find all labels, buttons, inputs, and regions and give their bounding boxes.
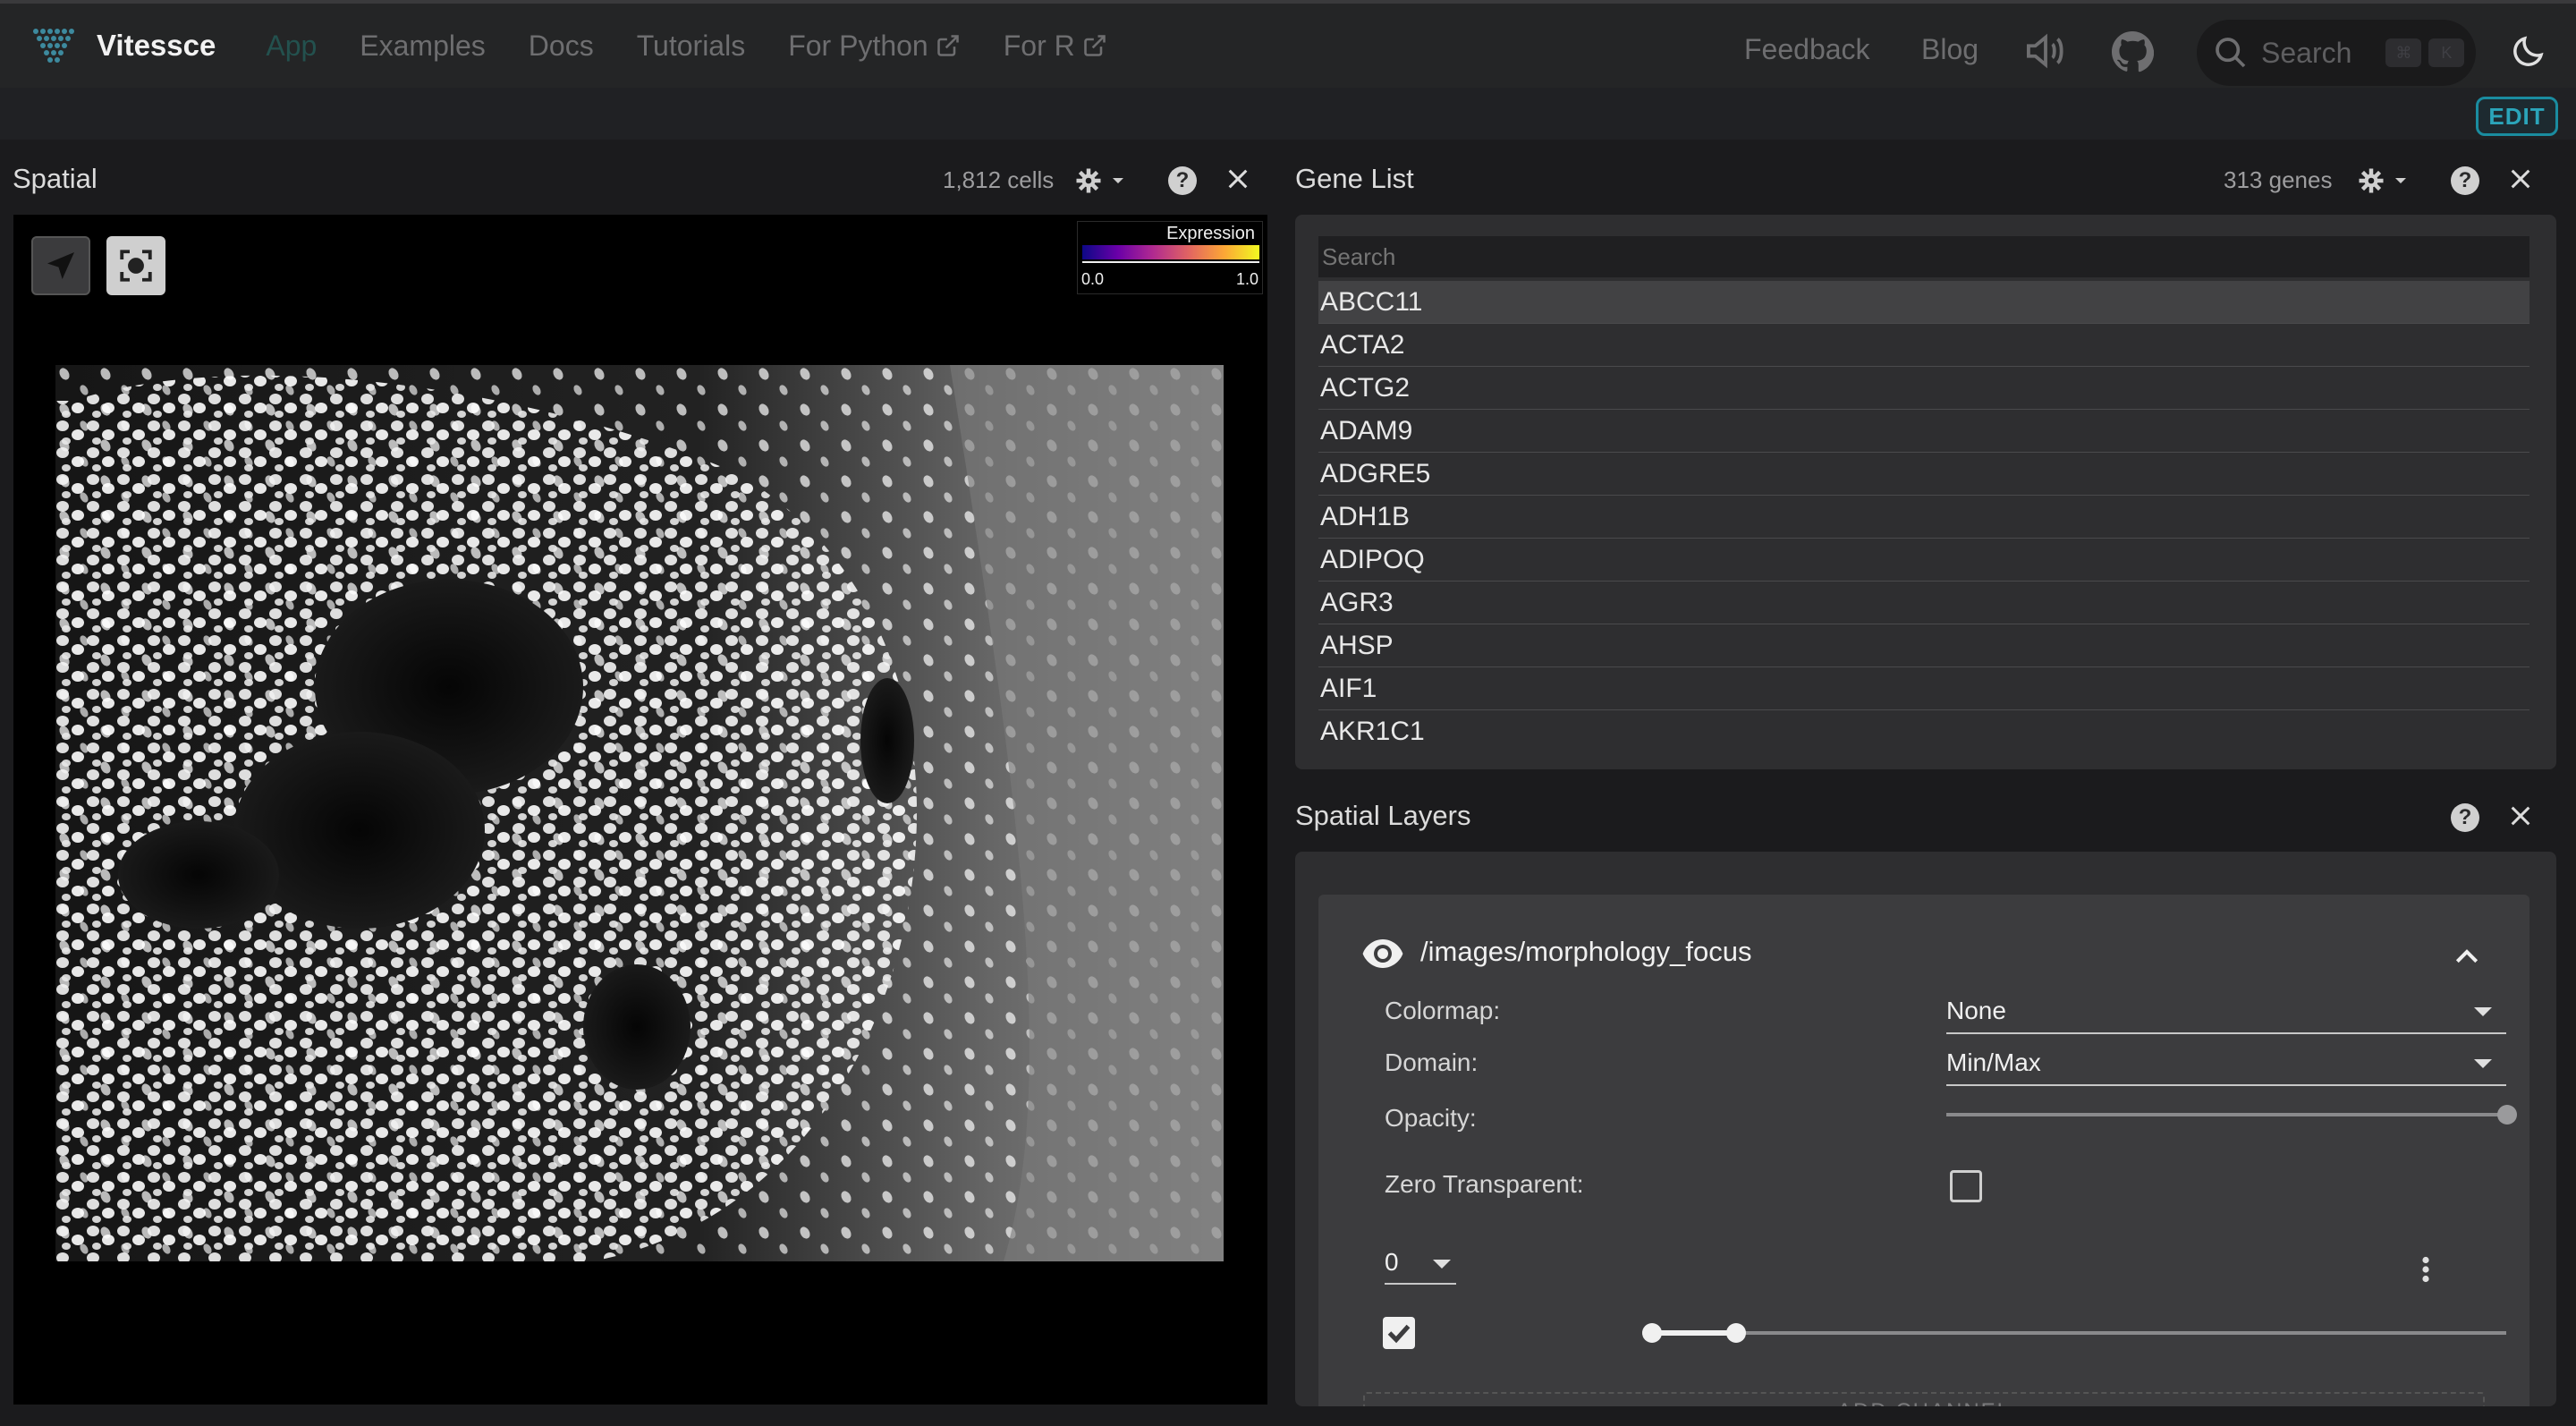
gene-row[interactable]: ACTG2 bbox=[1318, 367, 2529, 410]
gene-list-panel: ABCC11 ACTA2 ACTG2 ADAM9 ADGRE5 ADH1B AD… bbox=[1295, 215, 2556, 769]
layers-close-icon[interactable] bbox=[2508, 803, 2533, 828]
gene-count: 313 genes bbox=[2224, 166, 2333, 193]
colormap-select[interactable]: None bbox=[1946, 989, 2506, 1034]
chevron-down-icon bbox=[1433, 1260, 1451, 1269]
nav-links: App Examples Docs Tutorials For Python F… bbox=[266, 30, 1149, 63]
kbd-cmd: ⌘ bbox=[2385, 38, 2422, 67]
colormap-label: Colormap: bbox=[1385, 997, 1501, 1024]
opacity-slider-track[interactable] bbox=[1946, 1113, 2506, 1116]
gene-row[interactable]: AGR3 bbox=[1318, 581, 2529, 624]
spatial-title: Spatial bbox=[13, 163, 97, 194]
opacity-slider-thumb[interactable] bbox=[2497, 1105, 2517, 1125]
spatial-settings-gear-icon[interactable] bbox=[1075, 166, 1129, 195]
gene-row[interactable]: ADH1B bbox=[1318, 496, 2529, 539]
nav-link-for-r-label: For R bbox=[1003, 29, 1075, 62]
volume-icon[interactable] bbox=[2025, 32, 2066, 70]
nav-link-blog[interactable]: Blog bbox=[1921, 33, 1979, 66]
legend-colorbar bbox=[1082, 245, 1259, 259]
gene-row[interactable]: ADAM9 bbox=[1318, 410, 2529, 453]
dark-mode-icon[interactable] bbox=[2510, 32, 2547, 70]
nav-link-feedback[interactable]: Feedback bbox=[1744, 33, 1870, 66]
layer-card: /images/morphology_focus Colormap: None … bbox=[1318, 895, 2529, 1406]
channel-range-max-thumb[interactable] bbox=[1726, 1323, 1746, 1343]
spatial-help-icon[interactable]: ? bbox=[1168, 166, 1197, 195]
chevron-down-icon bbox=[2474, 1059, 2492, 1068]
colormap-value: None bbox=[1946, 997, 2006, 1024]
layer-name: /images/morphology_focus bbox=[1420, 936, 1752, 967]
external-link-icon bbox=[1083, 35, 1106, 56]
nav-link-for-r[interactable]: For R bbox=[1004, 30, 1107, 63]
domain-value: Min/Max bbox=[1946, 1048, 2041, 1076]
nav-link-app[interactable]: App bbox=[266, 30, 317, 63]
gene-list-title: Gene List bbox=[1295, 163, 1414, 194]
legend-max: 1.0 bbox=[1235, 270, 1258, 288]
gene-row[interactable]: AIF1 bbox=[1318, 667, 2529, 710]
nav-link-for-python-label: For Python bbox=[788, 29, 928, 62]
chevron-down-icon bbox=[2474, 1007, 2492, 1016]
add-channel-button[interactable]: ADD CHANNEL bbox=[1363, 1392, 2485, 1406]
gene-row[interactable]: ABCC11 bbox=[1318, 281, 2529, 324]
brand[interactable]: Vitessce bbox=[30, 24, 216, 67]
nav-link-examples[interactable]: Examples bbox=[360, 30, 486, 63]
external-link-icon bbox=[936, 35, 959, 56]
search-icon bbox=[2216, 38, 2246, 68]
spatial-cell-count: 1,812 cells bbox=[943, 166, 1055, 193]
expression-legend: Expression 0.0 1.0 bbox=[1077, 221, 1263, 294]
gene-list-settings-gear-icon[interactable] bbox=[2358, 166, 2411, 195]
channel-range-min-thumb[interactable] bbox=[1642, 1323, 1662, 1343]
domain-label: Domain: bbox=[1385, 1048, 1479, 1076]
recenter-tool-button[interactable] bbox=[106, 236, 165, 295]
focus-frame-icon bbox=[120, 250, 152, 282]
gene-search-input[interactable] bbox=[1318, 236, 2529, 277]
edit-button[interactable]: EDIT bbox=[2476, 97, 2558, 136]
more-vertical-icon[interactable] bbox=[2420, 1256, 2431, 1283]
channel-select[interactable]: 0 bbox=[1385, 1240, 1456, 1285]
toolbar: EDIT bbox=[0, 88, 2576, 140]
domain-select[interactable]: Min/Max bbox=[1946, 1041, 2506, 1086]
gene-row[interactable]: ADGRE5 bbox=[1318, 453, 2529, 496]
gene-list-help-icon[interactable]: ? bbox=[2451, 166, 2479, 195]
gene-row[interactable]: AHSP bbox=[1318, 624, 2529, 667]
channel-visible-checkbox[interactable] bbox=[1383, 1317, 1415, 1349]
tissue-image bbox=[55, 365, 1224, 1261]
gene-row[interactable]: AKR1C1 bbox=[1318, 710, 2529, 753]
layers-help-icon[interactable]: ? bbox=[2451, 803, 2479, 832]
brand-name: Vitessce bbox=[97, 29, 216, 62]
gene-row[interactable]: ADIPOQ bbox=[1318, 539, 2529, 581]
spatial-layers-panel: /images/morphology_focus Colormap: None … bbox=[1295, 852, 2556, 1406]
spatial-layers-title: Spatial Layers bbox=[1295, 800, 1471, 831]
checkmark-icon bbox=[1387, 1324, 1411, 1344]
legend-axis bbox=[1082, 261, 1259, 263]
channel-range-fill bbox=[1651, 1330, 1735, 1336]
channel-range-track[interactable] bbox=[1642, 1331, 2506, 1335]
vitessce-logo-icon bbox=[33, 29, 74, 63]
spatial-close-icon[interactable] bbox=[1225, 166, 1250, 191]
eye-icon[interactable] bbox=[1361, 936, 1404, 972]
nav-link-docs[interactable]: Docs bbox=[529, 30, 594, 63]
kbd-k: K bbox=[2428, 38, 2465, 67]
zero-transparent-checkbox[interactable] bbox=[1950, 1170, 1982, 1202]
channel-select-value: 0 bbox=[1385, 1248, 1399, 1276]
nav-link-tutorials[interactable]: Tutorials bbox=[637, 30, 746, 63]
gene-row[interactable]: ACTA2 bbox=[1318, 324, 2529, 367]
top-navbar: Vitessce App Examples Docs Tutorials For… bbox=[0, 0, 2576, 88]
pan-tool-button[interactable] bbox=[31, 236, 90, 295]
legend-title: Expression bbox=[1166, 224, 1255, 243]
navigation-arrow-icon bbox=[47, 252, 74, 279]
gene-list-close-icon[interactable] bbox=[2508, 166, 2533, 191]
search-placeholder: Search bbox=[2261, 36, 2352, 69]
opacity-label: Opacity: bbox=[1385, 1104, 1477, 1132]
zero-transparent-label: Zero Transparent: bbox=[1385, 1170, 1584, 1198]
legend-min: 0.0 bbox=[1081, 270, 1105, 288]
search-box[interactable]: Search ⌘ K bbox=[2197, 20, 2476, 86]
nav-link-for-python[interactable]: For Python bbox=[788, 30, 961, 63]
github-icon[interactable] bbox=[2111, 30, 2154, 73]
chevron-up-icon[interactable] bbox=[2453, 945, 2481, 966]
